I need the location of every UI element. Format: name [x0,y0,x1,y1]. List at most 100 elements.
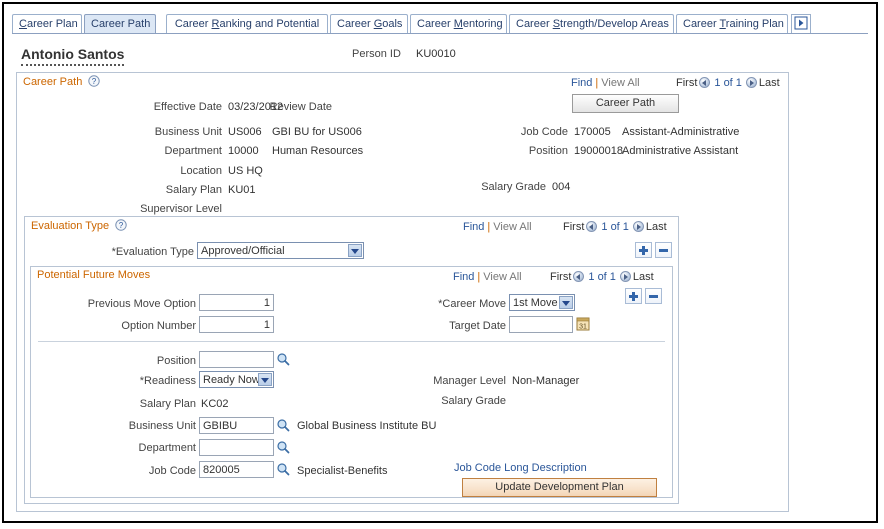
evaluation-type-select-value: Approved/Official [201,245,285,257]
tab-career-mentoring-label: Career Mentoring [417,18,503,30]
target-date-label: Target Date [449,320,506,332]
next-page-icon[interactable] [632,221,644,232]
department-value: 10000 [228,145,259,157]
chevron-down-icon[interactable] [559,296,573,309]
salary-plan-value: KU01 [228,184,256,196]
readiness-select-value: Ready Now [203,374,260,386]
career-path-button[interactable]: Career Path [572,94,679,113]
potential-future-moves-add-row-button[interactable] [625,288,642,304]
tab-career-path[interactable]: Career Path [84,14,156,33]
manager-level-value: Non-Manager [512,375,580,387]
potential-future-moves-view-all-link[interactable]: View All [483,271,521,283]
future-business-unit-label: Business Unit [128,420,196,432]
update-development-plan-button[interactable]: Update Development Plan [462,478,657,497]
tab-career-plan[interactable]: Career Plan [12,14,82,33]
supervisor-level-label: Supervisor Level [140,203,222,215]
readiness-label: *Readiness [139,375,196,387]
previous-page-icon[interactable] [699,77,711,88]
potential-future-moves-last-link[interactable]: Last [633,271,654,283]
evaluation-type-nav-separator: | [487,221,491,233]
potential-future-moves-nav-links: Find | View All [453,271,522,283]
tab-career-mentoring[interactable]: Career Mentoring [410,14,507,33]
calendar-icon[interactable]: 31 [576,317,590,331]
department-description: Human Resources [272,145,364,157]
potential-future-moves-group-title: Potential Future Moves [34,269,154,281]
evaluation-type-view-all-link[interactable]: View All [493,221,531,233]
career-move-select[interactable]: 1st Move [509,294,575,311]
evaluation-type-last-link[interactable]: Last [646,221,667,233]
future-job-code-input[interactable]: 820005 [199,461,274,478]
review-date-label: Review Date [269,101,332,113]
job-code-description: Assistant-Administrative [622,126,740,138]
person-id-label: Person ID [352,48,401,60]
career-path-group-title-text: Career Path [23,76,83,88]
evaluation-type-delete-row-button[interactable] [655,242,672,258]
potential-future-moves-delete-row-button[interactable] [645,288,662,304]
chevron-down-icon[interactable] [348,244,362,257]
job-code-long-description-link[interactable]: Job Code Long Description [454,462,587,474]
evaluation-type-add-row-button[interactable] [635,242,652,258]
target-date-input[interactable] [509,316,573,333]
evaluation-type-row-count: 1 of 1 [601,221,629,233]
tab-career-goals-label: Career Goals [337,18,403,30]
career-path-view-all-link[interactable]: View All [601,77,639,89]
business-unit-description: GBI BU for US006 [272,126,362,138]
future-position-input[interactable] [199,351,274,368]
tab-career-goals[interactable]: Career Goals [330,14,408,33]
option-number-input[interactable]: 1 [199,316,274,333]
career-path-group-title: Career Path ? [20,75,104,88]
position-description: Administrative Assistant [622,145,739,157]
magnifier-icon[interactable] [276,352,290,366]
position-value: 19000018 [574,145,623,157]
potential-future-moves-find-link[interactable]: Find [453,271,474,283]
career-path-first-link[interactable]: First [676,77,697,89]
future-department-input[interactable] [199,439,274,456]
help-icon[interactable]: ? [88,75,101,87]
tab-bar: Career Plan Career Path Career Ranking a… [12,14,868,34]
magnifier-icon[interactable] [276,440,290,454]
evaluation-type-first-link[interactable]: First [563,221,584,233]
potential-future-moves-pager: First 1 of 1 Last [550,271,654,283]
help-icon[interactable]: ? [115,219,127,231]
next-page-icon[interactable] [619,271,631,282]
career-path-find-link[interactable]: Find [571,77,592,89]
business-unit-label: Business Unit [154,126,222,138]
tab-career-training-plan-label: Career Training Plan [683,18,784,30]
evaluation-type-group-title: Evaluation Type ? [28,219,131,232]
location-value: US HQ [228,165,263,177]
salary-grade-label: Salary Grade [481,181,546,193]
future-salary-grade-label: Salary Grade [441,395,506,407]
department-label: Department [164,145,222,157]
magnifier-icon-glyph [277,463,290,476]
evaluation-type-pager: First 1 of 1 Last [563,221,667,233]
effective-date-label: Effective Date [153,101,222,113]
next-arrow-glyph [794,16,808,30]
readiness-select[interactable]: Ready Now [199,371,274,388]
evaluation-type-find-link[interactable]: Find [463,221,484,233]
chevron-down-icon[interactable] [258,373,272,386]
previous-move-option-input[interactable]: 1 [199,294,274,311]
option-number-label: Option Number [121,320,196,332]
magnifier-icon[interactable] [276,462,290,476]
previous-page-icon[interactable] [586,221,598,232]
potential-future-moves-first-link[interactable]: First [550,271,571,283]
evaluation-type-field-label: *Evaluation Type [111,246,194,258]
future-salary-plan-label: Salary Plan [139,398,196,410]
future-job-code-label: Job Code [148,465,196,477]
tab-career-strength-develop-areas[interactable]: Career Strength/Develop Areas [509,14,674,33]
section-divider [38,341,665,342]
career-path-last-link[interactable]: Last [759,77,780,89]
tab-career-plan-label: Career Plan [19,18,78,30]
next-page-icon[interactable] [745,77,757,88]
future-business-unit-input[interactable]: GBIBU [199,417,274,434]
tab-career-ranking-and-potential[interactable]: Career Ranking and Potential [166,14,328,33]
next-arrow-icon[interactable] [791,14,811,33]
tab-career-path-label: Career Path [91,18,151,30]
tab-career-training-plan[interactable]: Career Training Plan [676,14,788,33]
magnifier-icon-glyph [277,353,290,366]
future-job-code-description: Specialist-Benefits [297,465,388,477]
page-title: Antonio Santos [21,46,125,66]
magnifier-icon[interactable] [276,418,290,432]
evaluation-type-select[interactable]: Approved/Official [197,242,364,259]
previous-page-icon[interactable] [573,271,585,282]
